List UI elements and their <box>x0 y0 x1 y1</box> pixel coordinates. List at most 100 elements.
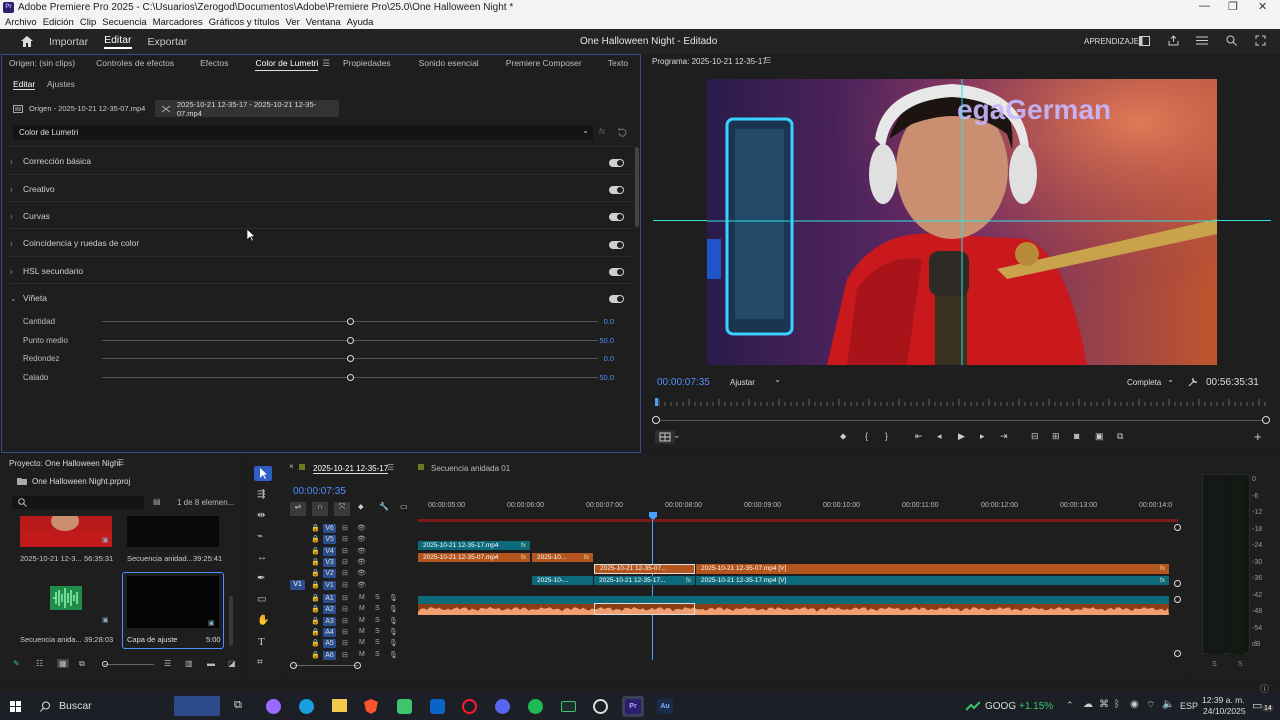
language-indicator[interactable]: ESP <box>1180 701 1198 711</box>
fit-select[interactable]: Ajustar ⌄ <box>725 375 785 389</box>
store-icon[interactable] <box>397 699 412 714</box>
play-icon[interactable]: ▶ <box>958 431 965 442</box>
go-to-in-icon[interactable]: ⇤ <box>915 431 923 442</box>
timeline-tab-nested[interactable]: Secuencia anidada 01 <box>431 464 510 473</box>
sync-lock-icon[interactable]: ⊟ <box>342 605 348 613</box>
mark-out-icon[interactable]: } <box>885 431 888 441</box>
bin-icon[interactable]: ▤ <box>153 497 161 506</box>
sync-lock-icon[interactable]: ⊟ <box>342 547 348 555</box>
file-explorer-icon[interactable] <box>332 699 347 712</box>
sync-lock-icon[interactable]: ⊟ <box>342 558 348 566</box>
track-v2[interactable]: V2 <box>323 569 336 579</box>
fx-icon[interactable]: fx <box>599 127 605 136</box>
source-patch-v1[interactable]: V1 <box>290 580 305 590</box>
slip-tool[interactable]: ↔ <box>257 552 267 563</box>
menu-archivo[interactable]: Archivo <box>5 17 37 28</box>
sync-lock-icon[interactable]: ⊟ <box>342 651 348 659</box>
mic-icon[interactable]: 🎙 <box>389 628 398 636</box>
mute-button[interactable]: M <box>359 605 365 612</box>
menu-edicion[interactable]: Edición <box>43 17 74 28</box>
section-vineta[interactable]: ⌄ Viñeta <box>10 293 47 303</box>
zoom-slider[interactable] <box>104 664 154 665</box>
track-a2[interactable]: A2 <box>323 605 336 615</box>
clip-v1b[interactable]: 2025-10-21 12-35-17... fx <box>594 576 695 585</box>
mute-button[interactable]: M <box>359 651 365 658</box>
vignette-calado-value[interactable]: 50.0 <box>599 373 614 382</box>
slider-cantidad[interactable] <box>347 318 354 325</box>
eye-icon[interactable]: 👁 <box>357 535 366 543</box>
solo-button[interactable]: S <box>375 605 380 612</box>
nav-importar[interactable]: Importar <box>49 36 88 48</box>
lock-icon[interactable]: 🔒 <box>311 605 320 613</box>
zoom-handle-right[interactable] <box>1262 416 1270 424</box>
item-name[interactable]: Secuencia anidad... <box>127 554 193 563</box>
opera-icon[interactable] <box>462 699 477 714</box>
fit-icon[interactable]: ⧉ <box>1117 431 1123 442</box>
subtab-editar[interactable]: Editar <box>13 79 36 90</box>
audio-clip-selected[interactable] <box>594 603 695 615</box>
section-creativo[interactable]: › Creativo <box>10 184 55 194</box>
project-menu-icon[interactable]: ☰ <box>117 458 124 467</box>
tray-volume-icon[interactable]: 🔈 <box>1162 699 1174 710</box>
video-frame[interactable]: egaGerman <box>707 79 1217 365</box>
solo-button[interactable]: S <box>375 628 380 635</box>
section-coincidencia[interactable]: › Coincidencia y ruedas de color <box>10 238 139 248</box>
subtab-ajustes[interactable]: Ajustes <box>47 79 75 89</box>
tray-bluetooth-icon[interactable]: ᛒ <box>1114 699 1120 710</box>
program-time-ruler[interactable] <box>655 397 1267 406</box>
toggle-hsl-secundario[interactable] <box>609 268 624 276</box>
pen-tool[interactable]: ✒ <box>257 573 265 584</box>
panel-icon[interactable] <box>1139 36 1150 46</box>
tray-gamepad-icon[interactable]: ⌘ <box>1099 699 1109 710</box>
menu-graficos[interactable]: Gráficos y títulos <box>209 17 280 28</box>
sync-lock-icon[interactable]: ⊟ <box>342 535 348 543</box>
close-tab-icon[interactable]: × <box>289 462 294 471</box>
stock-symbol[interactable]: GOOG <box>985 701 1016 712</box>
section-correccion-basica[interactable]: › Corrección básica <box>10 156 91 166</box>
automate-icon[interactable]: ▥ <box>185 659 193 668</box>
menu-ayuda[interactable]: Ayuda <box>347 17 374 28</box>
scroll-handle[interactable] <box>1174 580 1181 587</box>
track-v1[interactable]: V1 <box>323 580 336 590</box>
scrollbar[interactable] <box>635 147 639 227</box>
timeline-timecode[interactable]: 00:00:07:35 <box>293 486 346 497</box>
thumbnail-video[interactable] <box>20 516 112 547</box>
zoom-handle-left[interactable] <box>290 662 297 669</box>
compare-icon[interactable]: ▣ <box>1095 431 1104 442</box>
home-icon[interactable] <box>21 36 33 47</box>
slider-calado[interactable] <box>347 374 354 381</box>
info-icon[interactable]: ⓘ <box>1260 682 1269 695</box>
track-a5[interactable]: A5 <box>323 639 336 649</box>
tab-sonido-esencial[interactable]: Sonido esencial <box>419 56 479 71</box>
track-a6[interactable]: A6 <box>323 650 336 660</box>
thumbnail-audio-sequence[interactable]: ▣ <box>20 574 112 628</box>
lock-icon[interactable]: 🔒 <box>311 569 320 577</box>
clip-v1a[interactable]: 2025-10-... <box>532 576 593 585</box>
copilot-icon[interactable] <box>266 699 281 714</box>
solo-button[interactable]: S <box>375 594 380 601</box>
item-name[interactable]: 2025-10-21 12-3... <box>20 554 82 563</box>
slider-punto-medio[interactable] <box>347 337 354 344</box>
taskbar-search[interactable]: Buscar <box>59 700 92 712</box>
track-v4[interactable]: V4 <box>323 546 336 556</box>
lock-icon[interactable]: 🔒 <box>311 558 320 566</box>
pencil-icon[interactable]: ✎ <box>13 659 20 668</box>
audio-clip-a2[interactable] <box>418 604 1169 615</box>
eye-icon[interactable]: 👁 <box>357 524 366 532</box>
tray-chevron-icon[interactable]: ⌃ <box>1066 700 1074 711</box>
task-view-icon[interactable]: ⧉ <box>234 699 242 712</box>
toggle-coincidencia[interactable] <box>609 241 624 249</box>
obs-icon[interactable] <box>593 699 608 714</box>
eye-icon[interactable]: 👁 <box>357 547 366 555</box>
tray-app-icon[interactable]: ☁ <box>1083 699 1093 710</box>
sequence-clip-selector[interactable]: 2025-10-21 12-35-17 - 2025-10-21 12-35-0… <box>155 100 339 118</box>
sync-lock-icon[interactable]: ⊟ <box>342 524 348 532</box>
step-forward-icon[interactable]: ▸ <box>980 431 985 442</box>
new-bin-icon[interactable]: ▬ <box>207 659 215 668</box>
mic-icon[interactable]: 🎙 <box>389 639 398 647</box>
project-search-input[interactable] <box>12 496 144 509</box>
minimize-button[interactable]: — <box>1199 0 1210 12</box>
quality-select[interactable]: Completa ⌄ <box>1122 375 1178 389</box>
track-v5[interactable]: V5 <box>323 535 336 545</box>
timeline-tab-active[interactable]: 2025-10-21 12-35-17 <box>313 464 389 474</box>
